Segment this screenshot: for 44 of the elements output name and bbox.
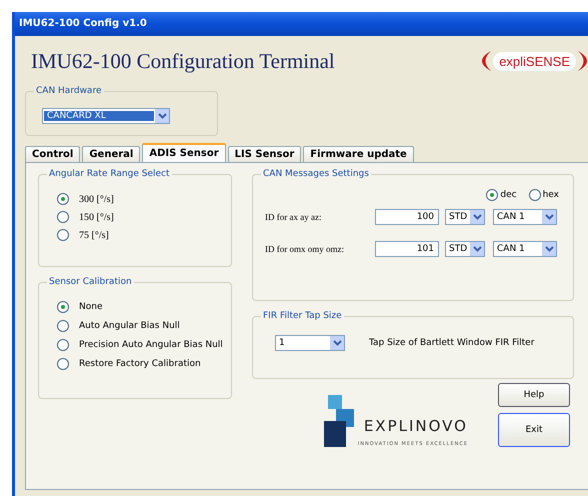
radio-label[interactable]: Auto Angular Bias Null	[79, 321, 180, 331]
radio-label[interactable]: Precision Auto Angular Bias Null	[79, 340, 223, 350]
radio-button[interactable]	[57, 339, 69, 351]
radio-button[interactable]	[57, 301, 69, 313]
tab[interactable]: Firmware update	[303, 146, 414, 162]
radio-label[interactable]: 75 [°/s]	[79, 230, 109, 240]
frame-dropdown[interactable]: STD	[445, 241, 485, 257]
radio-button[interactable]	[57, 211, 69, 223]
company-name: EXPLINOVO	[362, 417, 468, 435]
radio-button[interactable]	[57, 193, 69, 205]
window-title: IMU62-100 Config v1.0	[15, 12, 588, 36]
group-label: Sensor Calibration	[48, 277, 133, 287]
channel-dropdown[interactable]: CAN 1	[493, 241, 557, 257]
group-label: CAN Hardware	[35, 86, 102, 96]
field-label: ID for omx omy omz:	[264, 244, 345, 254]
group-label: Angular Rate Range Select	[48, 169, 171, 179]
dialog-button[interactable]: Exit	[498, 413, 570, 447]
radio-label[interactable]: dec	[500, 190, 517, 200]
radio-label[interactable]: None	[79, 302, 102, 312]
field-description: Tap Size of Bartlett Window FIR Filter	[369, 338, 534, 348]
radio-button[interactable]	[57, 320, 69, 332]
group-label: CAN Messages Settings	[262, 169, 370, 179]
tab[interactable]: General	[82, 146, 140, 162]
frame-dropdown[interactable]: STD	[445, 209, 485, 225]
group-label: FIR Filter Tap Size	[262, 311, 343, 321]
tap-size-dropdown[interactable]: 1	[275, 335, 345, 351]
radio-button[interactable]	[57, 229, 69, 241]
hardware-dropdown[interactable]: CANCARD XL	[42, 108, 170, 124]
radio-button[interactable]	[57, 358, 69, 370]
radio-label[interactable]: Restore Factory Calibration	[79, 359, 201, 369]
radio-button[interactable]	[528, 189, 541, 201]
radio-label[interactable]: 300 [°/s]	[79, 194, 114, 204]
radio-label[interactable]: hex	[542, 190, 559, 200]
id-field[interactable]: 100	[375, 209, 439, 225]
tab[interactable]: Control	[25, 146, 80, 162]
id-field[interactable]: 101	[375, 241, 439, 257]
channel-dropdown[interactable]: CAN 1	[493, 209, 557, 225]
field-label: ID for ax ay az:	[264, 212, 322, 222]
app-heading: IMU62-100 Configuration Terminal	[31, 48, 335, 74]
tab[interactable]: LIS Sensor	[228, 146, 302, 162]
radio-button[interactable]	[486, 189, 498, 201]
tab[interactable]: ADIS Sensor	[142, 143, 226, 162]
dialog-button[interactable]: Help	[498, 383, 570, 407]
radio-label[interactable]: 150 [°/s]	[79, 212, 114, 222]
